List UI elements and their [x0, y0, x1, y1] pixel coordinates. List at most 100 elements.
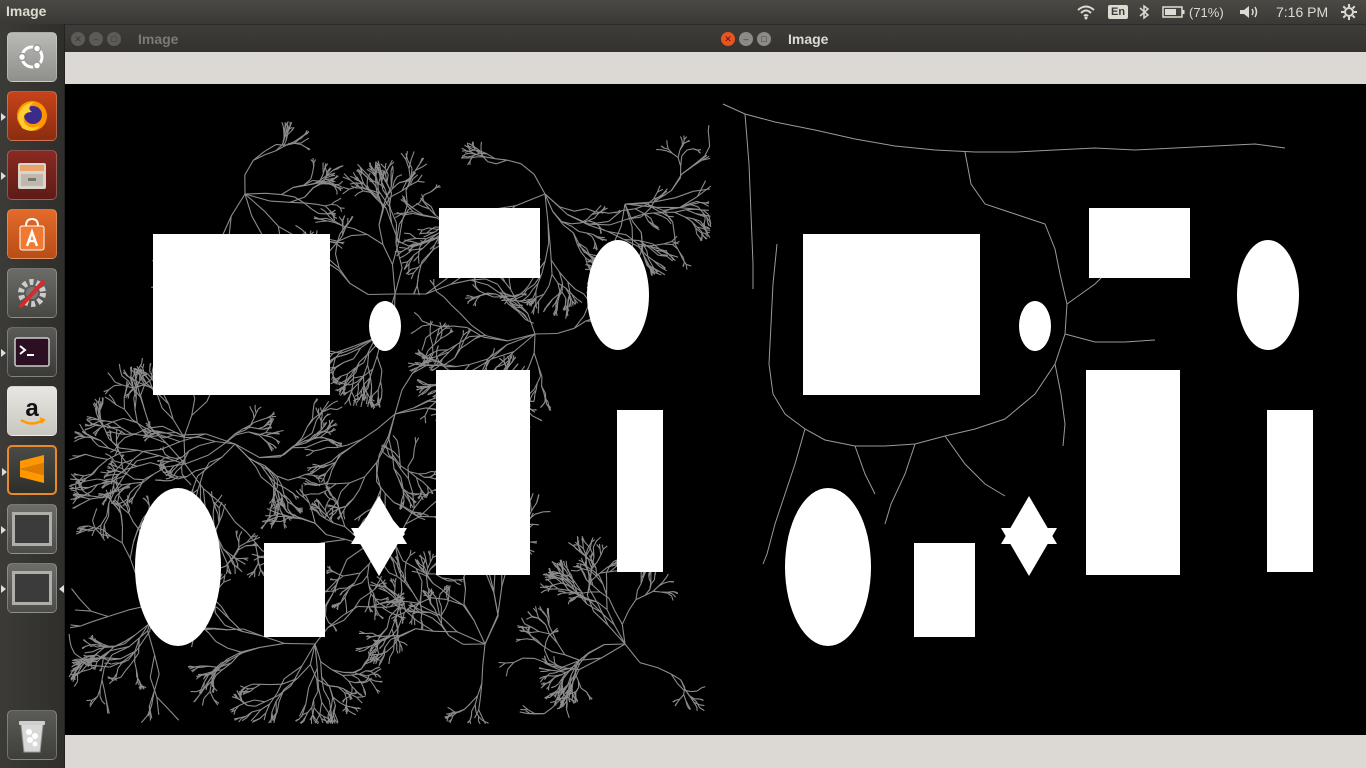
tree-edge	[631, 226, 634, 246]
tree-edge	[339, 180, 344, 185]
launcher-item-ubuntu-dash[interactable]	[7, 32, 57, 82]
volume-icon	[1240, 6, 1258, 18]
tree-edge	[124, 487, 131, 489]
tree-edge	[156, 696, 170, 711]
volume-indicator[interactable]	[1238, 0, 1260, 24]
tree-edge	[590, 557, 593, 563]
window-icon	[12, 512, 52, 546]
tree-edge	[429, 598, 431, 604]
tree-edge	[429, 603, 436, 610]
tree-edge	[454, 348, 462, 359]
tree-edge	[343, 515, 346, 520]
tree-edge	[529, 493, 534, 502]
tree-edge	[580, 687, 587, 693]
tree-edge	[492, 347, 495, 354]
tree-edge	[543, 641, 547, 651]
tree-edge	[305, 453, 311, 457]
launcher-item-firefox[interactable]	[1, 91, 57, 141]
tree-edge	[582, 568, 590, 572]
tree-edge	[421, 344, 425, 351]
tree-edge	[312, 183, 322, 189]
tree-edge	[283, 678, 298, 691]
tree-edge	[473, 277, 476, 282]
tree-edge	[674, 190, 694, 199]
tree-edge	[429, 336, 433, 345]
tree-edge	[255, 701, 266, 707]
tree-edge	[450, 708, 455, 713]
tree-edge	[574, 320, 587, 329]
tree-edge	[430, 187, 436, 193]
tree-edge	[521, 617, 526, 624]
tree-edge	[410, 330, 417, 335]
tree-edge	[82, 525, 89, 527]
launcher-item-terminal[interactable]	[1, 327, 57, 377]
tree-edge	[359, 700, 363, 704]
tree-edge	[366, 673, 373, 677]
launcher-item-amazon[interactable]: a	[7, 386, 57, 436]
close-button[interactable]: ✕	[71, 32, 85, 46]
tree-edge	[391, 241, 400, 265]
tree-edge	[636, 583, 642, 591]
tree-edge	[386, 644, 395, 653]
bluetooth-indicator[interactable]	[1138, 0, 1150, 24]
tree-edge	[278, 225, 295, 236]
tree-edge	[86, 416, 93, 420]
tree-edge	[394, 577, 397, 583]
tree-edge	[103, 654, 113, 668]
tree-edge	[542, 610, 548, 618]
tree-edge	[387, 436, 394, 455]
running-indicator	[2, 468, 7, 476]
window-titlebar[interactable]: ✕ – □ Image	[65, 25, 715, 52]
tree-edge	[254, 683, 261, 689]
tree-edge	[377, 381, 382, 391]
tree-edge	[101, 679, 106, 691]
tree-edge	[531, 626, 540, 632]
tree-edge	[208, 443, 225, 456]
launcher-item-image-window-2[interactable]	[1, 563, 64, 613]
launcher-item-sublime-text[interactable]	[2, 445, 57, 495]
tree-edge	[425, 470, 432, 475]
launcher-item-image-window-1[interactable]	[1, 504, 57, 554]
wrench-gear-icon	[18, 279, 46, 308]
tree-edge	[264, 144, 277, 152]
tree-edge	[474, 298, 478, 303]
maximize-icon: □	[111, 33, 117, 44]
wifi-indicator[interactable]	[1076, 0, 1096, 24]
tree-edge	[111, 646, 130, 656]
tree-edge	[492, 590, 499, 617]
launcher-item-software-center[interactable]	[7, 209, 57, 259]
clock[interactable]: 7:16 PM	[1276, 0, 1328, 24]
tree-edge	[223, 574, 226, 583]
tree-edge	[94, 508, 98, 514]
minimize-button[interactable]: –	[89, 32, 103, 46]
tree-edge	[105, 657, 121, 660]
tree-edge	[325, 468, 331, 474]
battery-indicator[interactable]: (71%)	[1162, 0, 1224, 24]
tree-edge	[77, 474, 85, 477]
bluetooth-icon	[1139, 4, 1150, 20]
tree-edge	[682, 262, 685, 268]
session-menu[interactable]	[1340, 0, 1358, 24]
launcher-item-files[interactable]	[1, 150, 57, 200]
tree-edge	[701, 686, 706, 689]
tree-edge	[536, 376, 541, 384]
tree-edge	[99, 496, 105, 499]
tree-edge	[183, 415, 193, 438]
ubuntu-logo-icon	[17, 44, 44, 70]
tree-edge	[342, 708, 346, 712]
tree-edge	[342, 188, 350, 195]
close-icon: ✕	[74, 33, 82, 44]
tree-edge	[481, 666, 484, 684]
tree-edge	[400, 500, 403, 506]
tree-edge	[604, 643, 626, 646]
launcher-item-trash[interactable]	[7, 710, 57, 760]
tree-edge	[249, 406, 252, 410]
tree-edge	[169, 710, 180, 721]
keyboard-layout-indicator[interactable]: En	[1108, 0, 1129, 24]
tree-edge	[353, 228, 368, 236]
tree-edge	[378, 403, 381, 408]
tree-edge	[376, 454, 380, 474]
tree-edge	[450, 304, 461, 314]
launcher-item-system-settings[interactable]	[7, 268, 57, 318]
maximize-button[interactable]: □	[107, 32, 121, 46]
